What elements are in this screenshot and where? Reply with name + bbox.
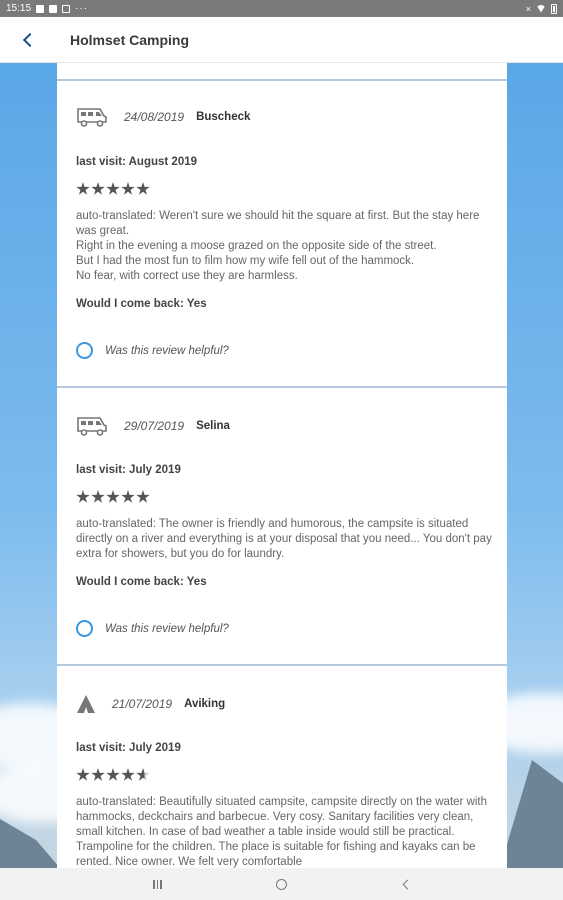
review-item: 21/07/2019 Aviking last visit: July 2019…: [57, 664, 507, 868]
status-time: 15:15: [6, 3, 32, 14]
star-icon: [76, 182, 90, 195]
last-visit: last visit: August 2019: [76, 156, 198, 168]
star-icon: [91, 768, 105, 781]
back-button[interactable]: [0, 17, 56, 63]
reviews-list[interactable]: 24/08/2019 Buscheck last visit: August 2…: [57, 63, 507, 868]
star-rating: [76, 182, 150, 196]
app-bar: Holmset Camping: [0, 17, 563, 63]
back-icon: [402, 879, 412, 889]
review-author: Selina: [196, 420, 230, 432]
helpful-label: Was this review helpful?: [105, 344, 229, 357]
come-back-answer: Would I come back: Yes: [76, 576, 207, 588]
review-text: auto-translated: Weren't sure we should …: [76, 210, 480, 282]
gallery-notification-icon: [36, 4, 45, 13]
star-rating: [76, 768, 150, 782]
image-notification-icon: [49, 4, 58, 13]
wifi-icon: [536, 4, 546, 13]
status-bar: 15:15 ··· ×: [0, 0, 563, 17]
motorhome-icon: [76, 106, 110, 128]
navigation-bar: [0, 868, 563, 900]
review-text: auto-translated: Beautifully situated ca…: [76, 796, 488, 868]
tent-icon: [76, 693, 98, 715]
helpful-toggle[interactable]: Was this review helpful?: [76, 342, 229, 359]
chevron-left-icon: [22, 32, 38, 47]
home-button[interactable]: [274, 876, 290, 892]
recents-icon: [153, 879, 162, 889]
star-icon: [106, 490, 120, 503]
more-notifications-icon: ···: [75, 3, 89, 14]
system-back-button[interactable]: [398, 876, 414, 892]
motorhome-icon: [76, 415, 110, 437]
last-visit: last visit: July 2019: [76, 742, 181, 754]
mute-icon: ×: [525, 3, 531, 14]
star-icon: [76, 490, 90, 503]
star-icon: [121, 490, 135, 503]
star-icon: [136, 490, 150, 503]
review-author: Buscheck: [196, 111, 251, 123]
review-item: 24/08/2019 Buscheck last visit: August 2…: [57, 79, 507, 386]
review-author: Aviking: [184, 698, 226, 710]
star-icon: [106, 768, 120, 781]
recents-button[interactable]: [150, 876, 166, 892]
radio-button[interactable]: [76, 620, 93, 637]
star-icon: [76, 768, 90, 781]
app-notification-icon: [62, 4, 71, 13]
star-rating: [76, 490, 150, 504]
star-icon: [136, 182, 150, 195]
review-text: auto-translated: The owner is friendly a…: [76, 518, 492, 560]
star-icon: [121, 182, 135, 195]
battery-icon: [551, 3, 557, 14]
half-star-icon: [136, 768, 150, 781]
review-date: 29/07/2019: [124, 419, 185, 433]
review-date: 21/07/2019: [112, 697, 173, 711]
come-back-answer: Would I come back: Yes: [76, 298, 207, 310]
radio-button[interactable]: [76, 342, 93, 359]
review-date: 24/08/2019: [124, 110, 185, 124]
star-icon: [91, 182, 105, 195]
helpful-label: Was this review helpful?: [105, 622, 229, 635]
star-icon: [106, 182, 120, 195]
review-item: 29/07/2019 Selina last visit: July 2019 …: [57, 386, 507, 664]
last-visit: last visit: July 2019: [76, 464, 181, 476]
home-icon: [276, 878, 287, 890]
star-icon: [91, 490, 105, 503]
star-icon: [121, 768, 135, 781]
helpful-toggle[interactable]: Was this review helpful?: [76, 620, 229, 637]
page-title: Holmset Camping: [70, 31, 190, 48]
